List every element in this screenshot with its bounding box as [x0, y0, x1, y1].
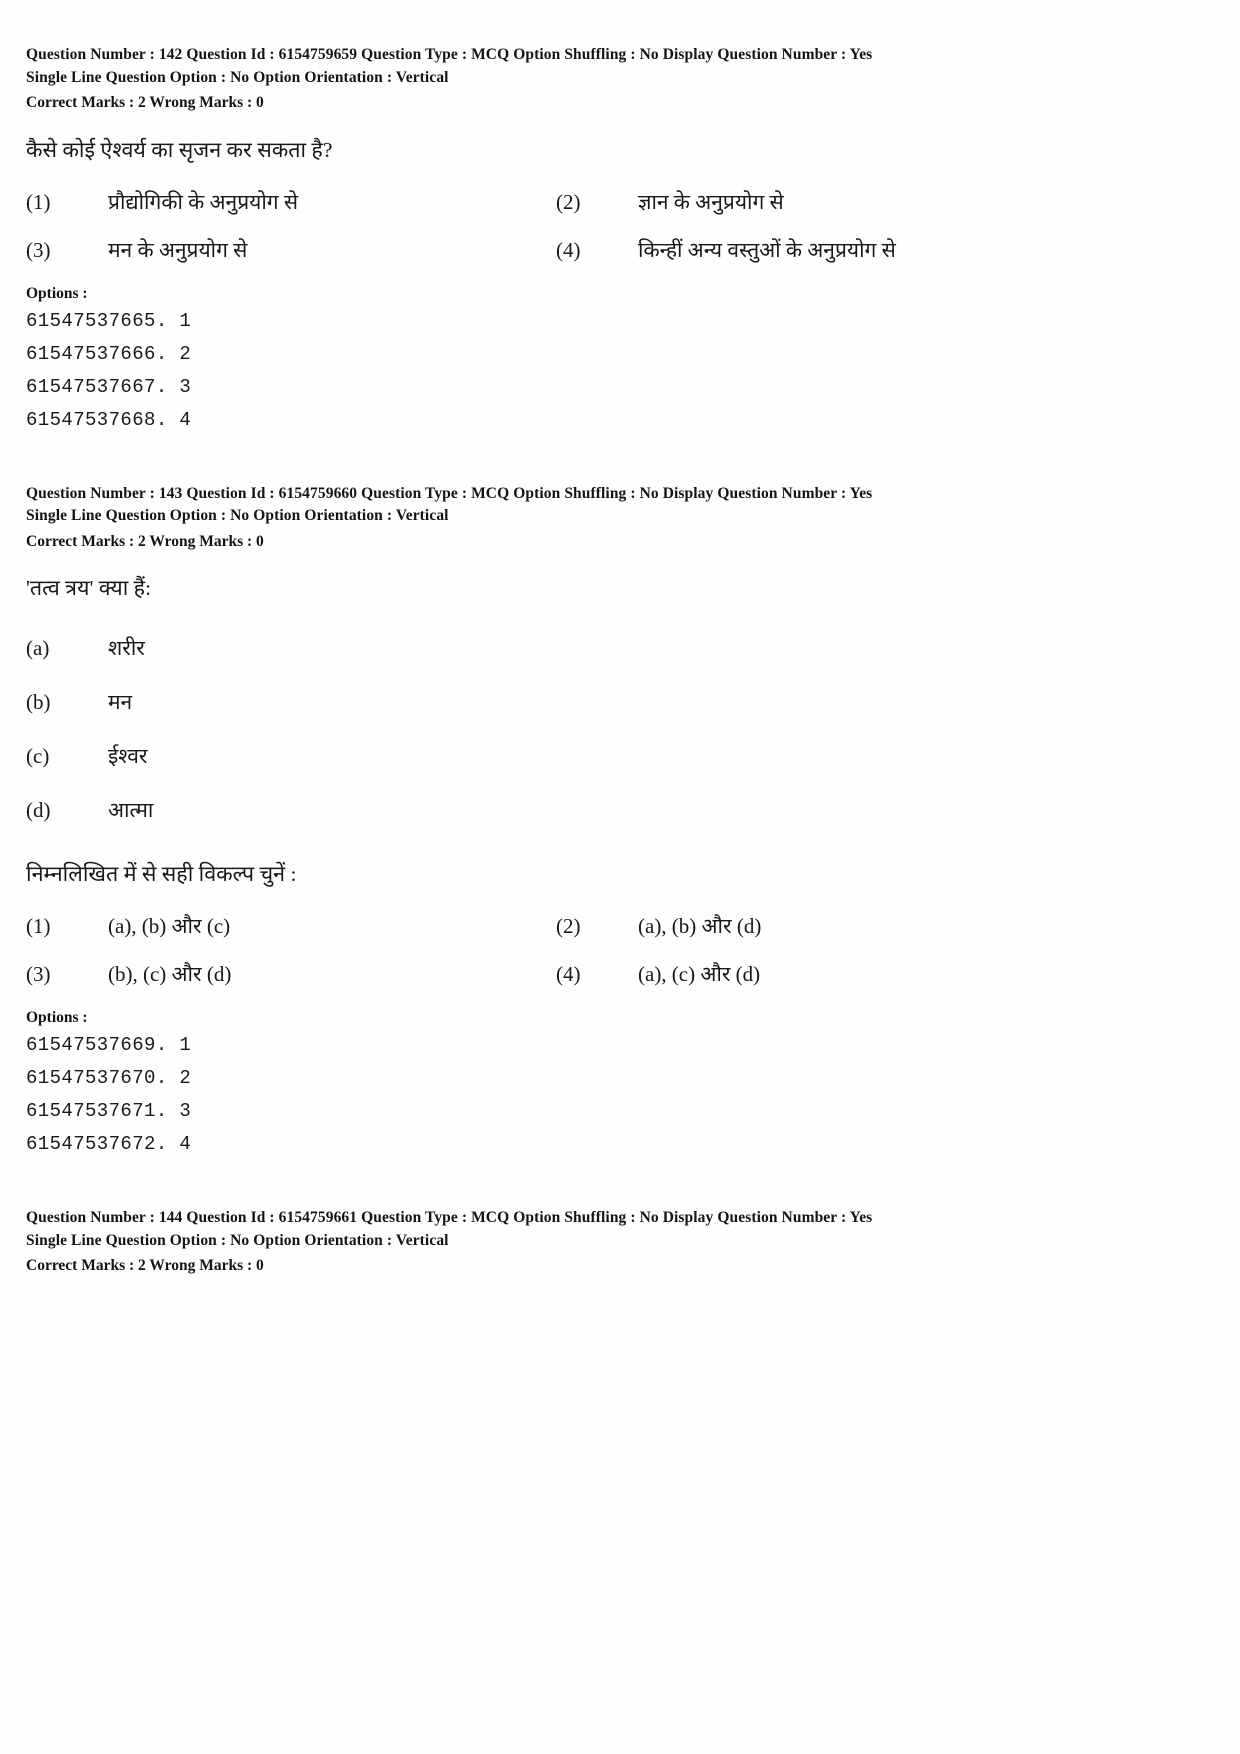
option-id: 61547537666. 2 [26, 342, 192, 365]
choice-row: (1) (a), (b) और (c) (2) (a), (b) और (d) [26, 911, 1086, 941]
choice-grid: (1) (a), (b) और (c) (2) (a), (b) और (d) … [26, 911, 1086, 989]
question-meta-line1: Question Number : 144 Question Id : 6154… [26, 1209, 873, 1226]
choice-label: मन के अनुप्रयोग से [108, 237, 248, 262]
choice-option-4[interactable]: (4) (a), (c) और (d) [556, 959, 1086, 989]
choice-label: प्रौद्योगिकी के अनुप्रयोग से [108, 189, 299, 214]
choice-label: (a), (b) और (d) [638, 914, 762, 938]
choice-grid: (1) प्रौद्योगिकी के अनुप्रयोग से (2) ज्ञ… [26, 187, 1086, 265]
choice-number: (4) [556, 237, 581, 262]
sub-item-c: (c) ईश्वर [26, 741, 1086, 771]
choice-label: किन्हीं अन्य वस्तुओं के अनुप्रयोग से [638, 237, 896, 262]
choice-option-2[interactable]: (2) ज्ञान के अनुप्रयोग से [556, 187, 1086, 217]
choice-option-3[interactable]: (3) (b), (c) और (d) [26, 959, 556, 989]
question-text: 'तत्व त्रय' क्या हैं: [26, 576, 152, 600]
question-meta-line2: Single Line Question Option : No Option … [26, 507, 449, 524]
question-block-143: Question Number : 143 Question Id : 6154… [26, 483, 1086, 1162]
option-id: 61547537667. 3 [26, 375, 192, 398]
sub-item-letter: (a) [26, 636, 50, 660]
option-id: 61547537665. 1 [26, 309, 192, 332]
sub-item-d: (d) आत्मा [26, 795, 1086, 825]
question-block-142: Question Number : 142 Question Id : 6154… [26, 44, 1086, 437]
choice-number: (4) [556, 962, 581, 986]
sub-item-b: (b) मन [26, 687, 1086, 717]
choice-label: (b), (c) और (d) [108, 962, 232, 986]
option-id: 61547537668. 4 [26, 408, 192, 431]
choice-number: (1) [26, 914, 51, 938]
question-meta-line2: Single Line Question Option : No Option … [26, 1231, 449, 1249]
choice-row: (3) मन के अनुप्रयोग से (4) किन्हीं अन्य … [26, 235, 1086, 265]
question-meta-line1: Question Number : 142 Question Id : 6154… [26, 46, 873, 63]
sub-item-label: ईश्वर [108, 744, 148, 768]
question-marks: Correct Marks : 2 Wrong Marks : 0 [26, 94, 264, 111]
sub-item-list: (a) शरीर (b) मन (c) ईश्वर (d) आत्मा [26, 633, 1086, 825]
question-text: कैसे कोई ऐश्वर्य का सृजन कर सकता है? [26, 137, 333, 162]
choose-instruction: निम्नलिखित में से सही विकल्प चुनें : [26, 862, 297, 886]
options-label: Options : [26, 284, 88, 302]
choice-number: (3) [26, 237, 51, 262]
choice-option-3[interactable]: (3) मन के अनुप्रयोग से [26, 235, 556, 265]
sub-item-letter: (b) [26, 690, 51, 714]
question-marks: Correct Marks : 2 Wrong Marks : 0 [26, 1257, 264, 1274]
sub-item-letter: (d) [26, 798, 51, 822]
option-id: 61547537669. 1 [26, 1034, 192, 1056]
choice-option-1[interactable]: (1) प्रौद्योगिकी के अनुप्रयोग से [26, 187, 556, 217]
choice-option-2[interactable]: (2) (a), (b) और (d) [556, 911, 1086, 941]
choice-number: (1) [26, 189, 51, 214]
choice-option-4[interactable]: (4) किन्हीं अन्य वस्तुओं के अनुप्रयोग से [556, 235, 1086, 265]
choice-number: (2) [556, 189, 581, 214]
options-label: Options : [26, 1009, 88, 1026]
choice-row: (1) प्रौद्योगिकी के अनुप्रयोग से (2) ज्ञ… [26, 187, 1086, 217]
option-id: 61547537672. 4 [26, 1133, 192, 1155]
page-content: Question Number : 142 Question Id : 6154… [26, 44, 1086, 1278]
choice-label: (a), (c) और (d) [638, 962, 761, 986]
sub-item-a: (a) शरीर [26, 633, 1086, 663]
choice-label: (a), (b) और (c) [108, 914, 231, 938]
choice-number: (3) [26, 962, 51, 986]
choice-number: (2) [556, 914, 581, 938]
document-page: Question Number : 142 Question Id : 6154… [0, 0, 1240, 1754]
choice-label: ज्ञान के अनुप्रयोग से [638, 189, 784, 214]
sub-item-label: मन [108, 690, 133, 714]
choice-option-1[interactable]: (1) (a), (b) और (c) [26, 911, 556, 941]
question-block-144: Question Number : 144 Question Id : 6154… [26, 1207, 1086, 1278]
choice-row: (3) (b), (c) और (d) (4) (a), (c) और (d) [26, 959, 1086, 989]
option-id: 61547537670. 2 [26, 1067, 192, 1089]
option-id: 61547537671. 3 [26, 1100, 192, 1122]
sub-item-label: शरीर [108, 636, 145, 660]
sub-item-label: आत्मा [108, 798, 154, 822]
question-meta-line1: Question Number : 143 Question Id : 6154… [26, 484, 873, 502]
question-marks: Correct Marks : 2 Wrong Marks : 0 [26, 532, 264, 550]
question-meta-line2: Single Line Question Option : No Option … [26, 68, 449, 86]
sub-item-letter: (c) [26, 744, 50, 768]
